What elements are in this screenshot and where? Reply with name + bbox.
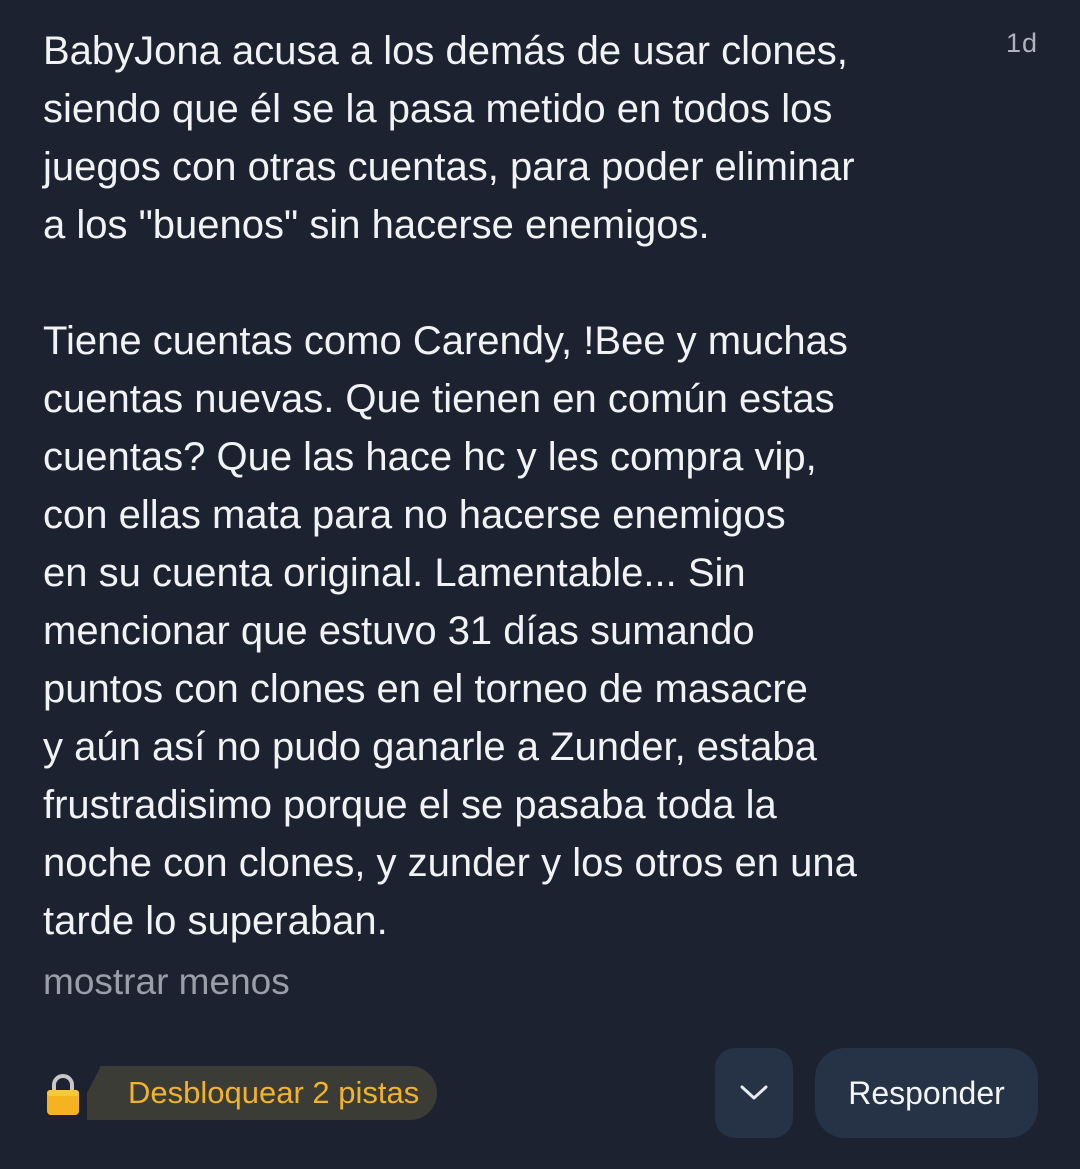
chevron-down-icon: [740, 1085, 768, 1100]
unlock-hints-button[interactable]: Desbloquear 2 pistas: [100, 1066, 438, 1120]
show-less-link[interactable]: mostrar menos: [43, 958, 290, 1006]
comment-actions: Desbloquear 2 pistas Responder: [0, 1048, 1080, 1138]
expand-button[interactable]: [715, 1048, 793, 1138]
comment-card: 1d BabyJona acusa a los demás de usar cl…: [0, 0, 1080, 1169]
comment-paragraph-1: BabyJona acusa a los demás de usar clone…: [43, 29, 855, 247]
lock-icon: [47, 1074, 79, 1115]
reply-button[interactable]: Responder: [815, 1048, 1038, 1138]
comment-paragraph-2: Tiene cuentas como Carendy, !Bee y mucha…: [43, 319, 857, 943]
comment-body: BabyJona acusa a los demás de usar clone…: [43, 22, 973, 950]
comment-timestamp: 1d: [1005, 28, 1038, 58]
